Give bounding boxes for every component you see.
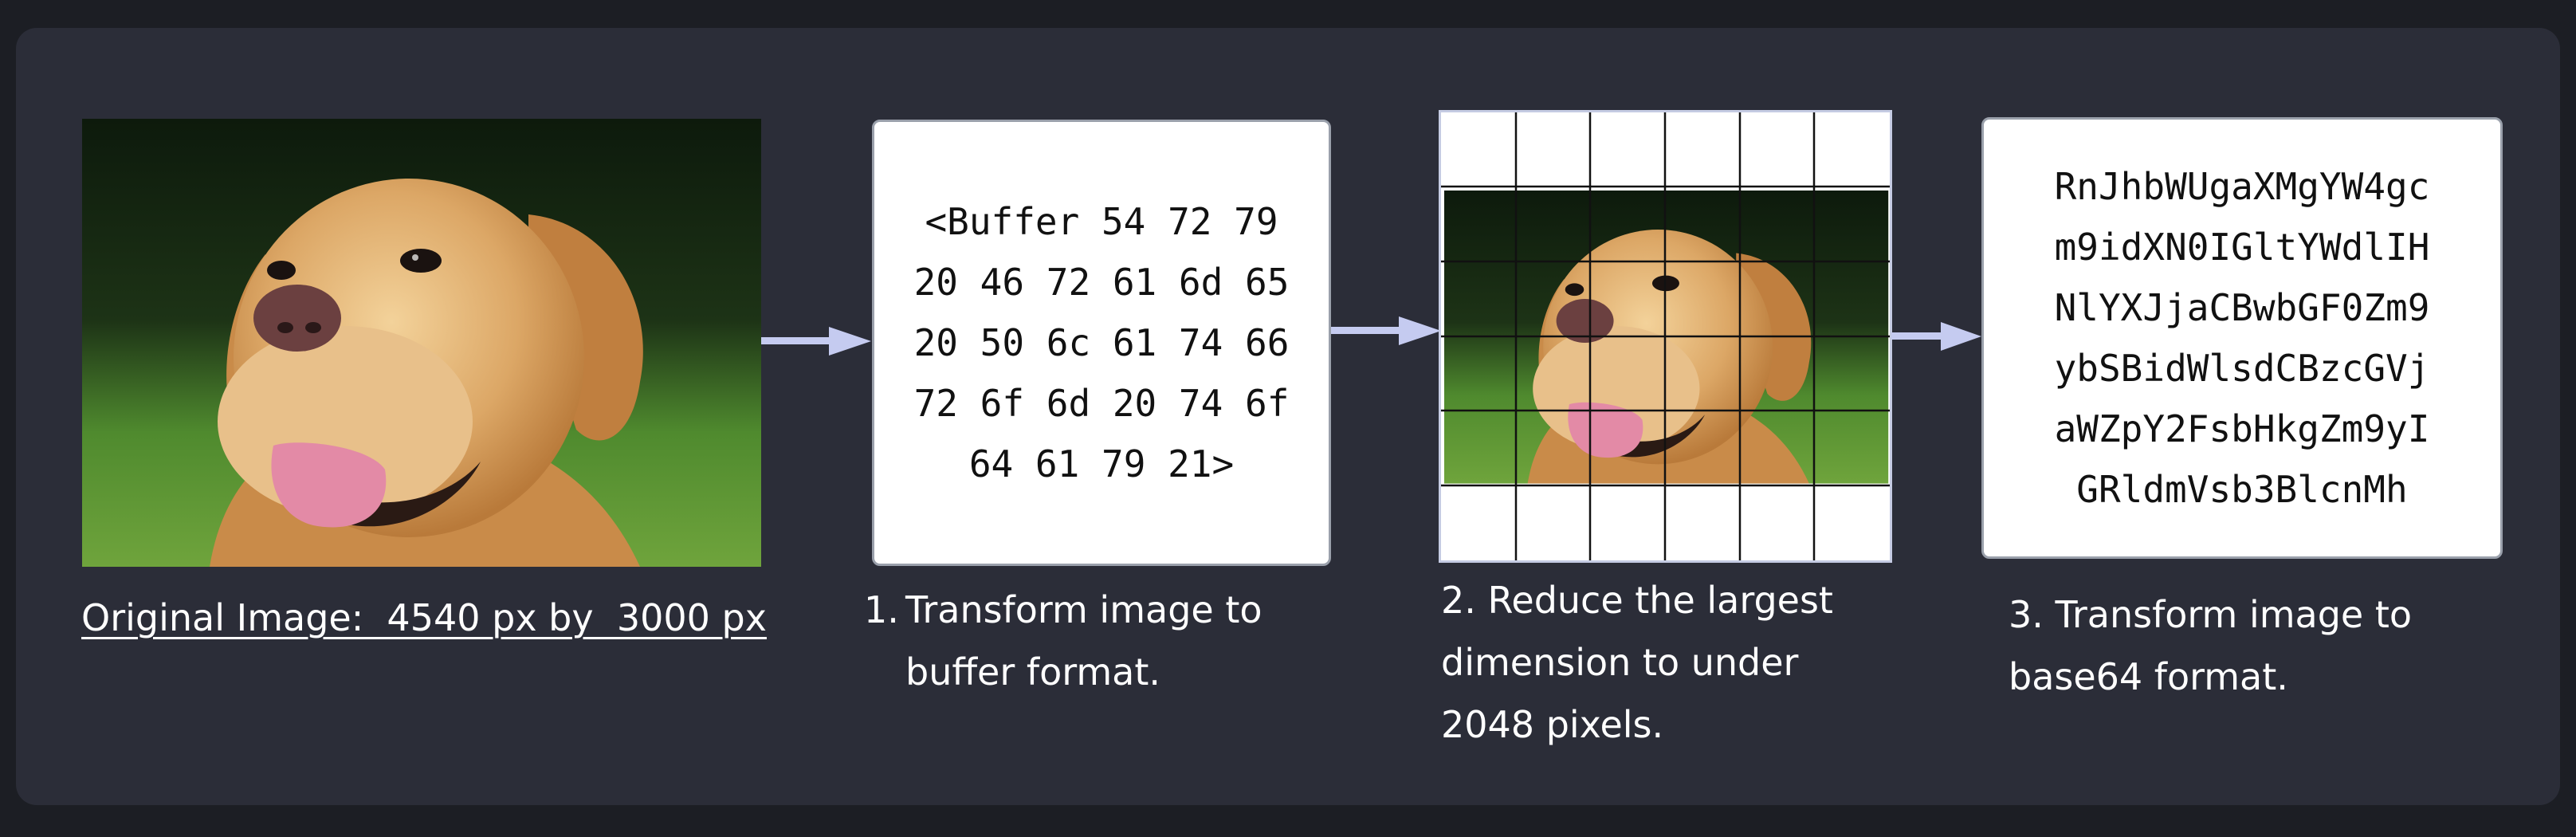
buffer-line: 64 61 79 21> (968, 442, 1235, 485)
arrow-to-base64 (1891, 322, 1981, 351)
base64-line: ybSBidWlsdCBzcGVj (2054, 347, 2430, 390)
step-1-text: Transform image to buffer format. (905, 588, 1262, 694)
base64-card: RnJhbWUgaXMgYW4gc m9idXN0IGltYWdlIH NlYX… (1981, 117, 2503, 559)
buffer-line: 20 50 6c 61 74 66 (913, 321, 1290, 364)
buffer-card: <Buffer 54 72 79 20 46 72 61 6d 65 20 50… (872, 120, 1331, 566)
buffer-line: <Buffer 54 72 79 (925, 200, 1278, 243)
grid-lines (1441, 112, 1890, 560)
base64-line: GRldmVsb3BlcnMh (2076, 468, 2408, 511)
buffer-line: 20 46 72 61 6d 65 (913, 261, 1290, 304)
base64-line: RnJhbWUgaXMgYW4gc (2054, 165, 2430, 208)
step-1-number: 1. (864, 588, 899, 631)
step-3-caption: 3. Transform image to base64 format. (2009, 593, 2413, 698)
arrow-to-resize (1331, 316, 1441, 345)
original-image-caption: Original Image: 4540 px by 3000 px (81, 596, 767, 639)
base64-line: NlYXJjaCBwbGF0Zm9 (2054, 286, 2430, 329)
step-2-caption: 2. Reduce the largest dimension to under… (1441, 579, 1833, 746)
original-dog-image (82, 119, 761, 567)
resized-image-grid (1439, 110, 1892, 563)
base64-line: aWZpY2FsbHkgZm9yI (2054, 407, 2430, 450)
arrow-to-buffer (761, 327, 871, 356)
buffer-line: 72 6f 6d 20 74 6f (913, 382, 1290, 425)
base64-line: m9idXN0IGltYWdlIH (2054, 226, 2430, 269)
